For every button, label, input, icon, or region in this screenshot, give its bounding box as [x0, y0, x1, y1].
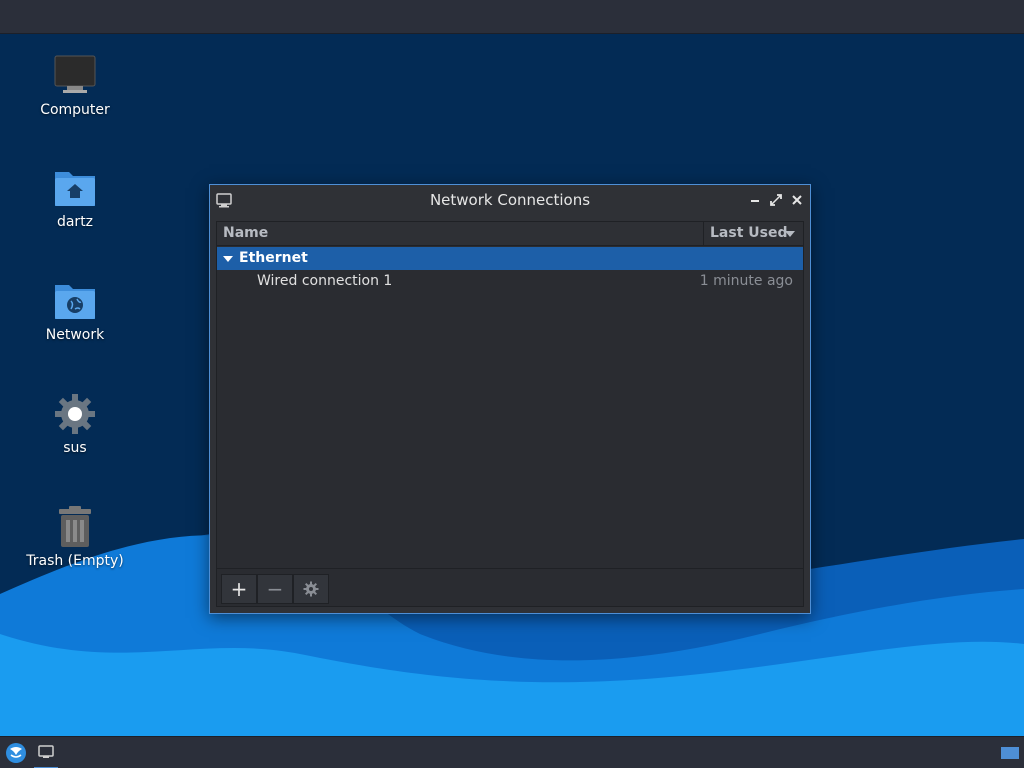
sort-descending-icon: [785, 231, 795, 237]
taskbar: [0, 736, 1024, 768]
desktop-icon-label: Network: [45, 327, 105, 343]
close-icon[interactable]: [788, 191, 806, 209]
remove-connection-button[interactable]: −: [257, 574, 293, 604]
group-row-ethernet[interactable]: Ethernet: [217, 247, 803, 270]
trash-icon: [53, 505, 97, 549]
desktop-icon-label: sus: [63, 440, 87, 456]
network-connections-icon: [38, 745, 54, 758]
expander-down-icon[interactable]: [223, 256, 233, 262]
add-connection-button[interactable]: +: [221, 574, 257, 604]
desktop-icon-label: dartz: [56, 214, 94, 230]
network-connections-window: Network Connections Name Last Used Ether…: [209, 184, 811, 614]
desktop-icon-label: Trash (Empty): [26, 553, 124, 569]
table-row[interactable]: Wired connection 1 1 minute ago: [217, 270, 803, 293]
desktop-icon-home[interactable]: dartz: [20, 166, 130, 230]
monitor-icon: [53, 54, 97, 98]
column-separator: [703, 222, 704, 246]
home-folder-icon: [53, 166, 97, 210]
connection-settings-button[interactable]: [293, 574, 329, 604]
window-title: Network Connections: [429, 191, 591, 209]
connection-name: Wired connection 1: [257, 273, 393, 289]
column-name-header[interactable]: Name: [223, 225, 268, 241]
start-menu-button[interactable]: [2, 737, 30, 768]
group-label: Ethernet: [239, 250, 308, 266]
titlebar[interactable]: Network Connections: [210, 185, 810, 215]
network-folder-icon: [53, 279, 97, 323]
app-menu-icon: [6, 743, 26, 763]
connections-list: Name Last Used Ethernet Wired connection…: [216, 221, 804, 607]
maximize-icon[interactable]: [767, 191, 785, 209]
column-last-used-header[interactable]: Last Used: [710, 225, 788, 241]
minimize-icon[interactable]: [746, 191, 764, 209]
desktop-icon-sus[interactable]: sus: [20, 392, 130, 456]
show-desktop-button[interactable]: [998, 737, 1022, 768]
desktop-icon-computer[interactable]: Computer: [20, 54, 130, 118]
gear-icon: [303, 581, 319, 597]
show-desktop-icon: [1001, 747, 1019, 759]
desktop-icon-label: Computer: [40, 102, 110, 118]
top-panel: [0, 0, 1024, 34]
connection-last-used: 1 minute ago: [699, 273, 793, 289]
column-header: Name Last Used: [217, 222, 803, 246]
connections-toolbar: + −: [217, 568, 803, 606]
desktop-icon-network[interactable]: Network: [20, 279, 130, 343]
desktop-icon-trash[interactable]: Trash (Empty): [20, 505, 130, 569]
gear-icon: [53, 392, 97, 436]
taskbar-item-network-connections[interactable]: [34, 737, 58, 768]
